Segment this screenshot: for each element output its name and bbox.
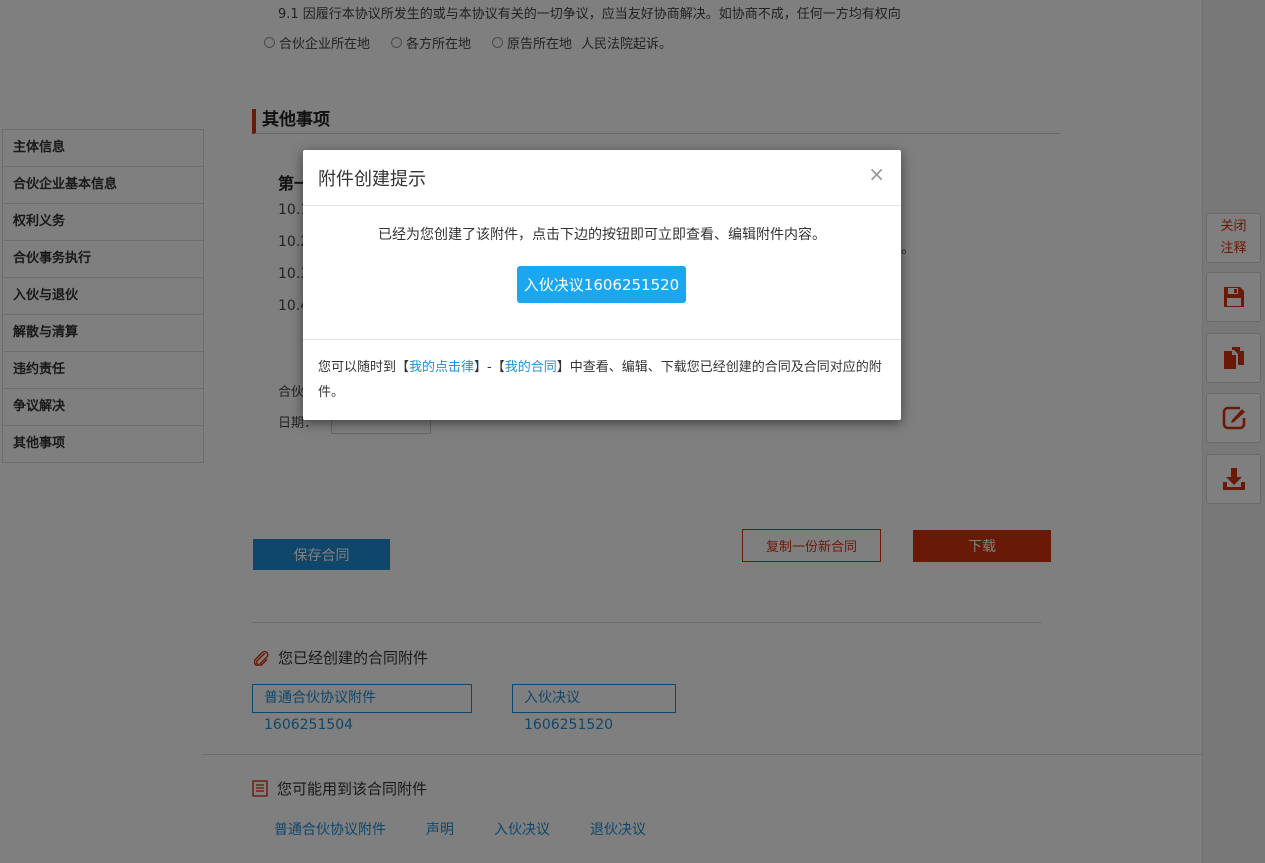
modal-divider [303,339,901,340]
attachment-created-modal: 附件创建提示 × 已经为您创建了该附件，点击下边的按钮即可立即查看、编辑附件内容… [303,150,901,420]
modal-overlay[interactable] [0,0,1265,863]
modal-message: 已经为您创建了该附件，点击下边的按钮即可立即查看、编辑附件内容。 [378,227,826,243]
my-contracts-link[interactable]: 我的合同 [505,360,557,375]
open-attachment-button[interactable]: 入伙决议1606251520 [517,266,686,303]
modal-title: 附件创建提示 [318,169,426,190]
modal-footer-text: 您可以随时到【我的点击律】-【我的合同】中查看、编辑、下载您已经创建的合同及合同… [318,360,882,400]
close-icon[interactable]: × [868,163,885,185]
my-dianjilv-link[interactable]: 我的点击律 [409,360,474,375]
modal-header: 附件创建提示 × [303,150,901,206]
